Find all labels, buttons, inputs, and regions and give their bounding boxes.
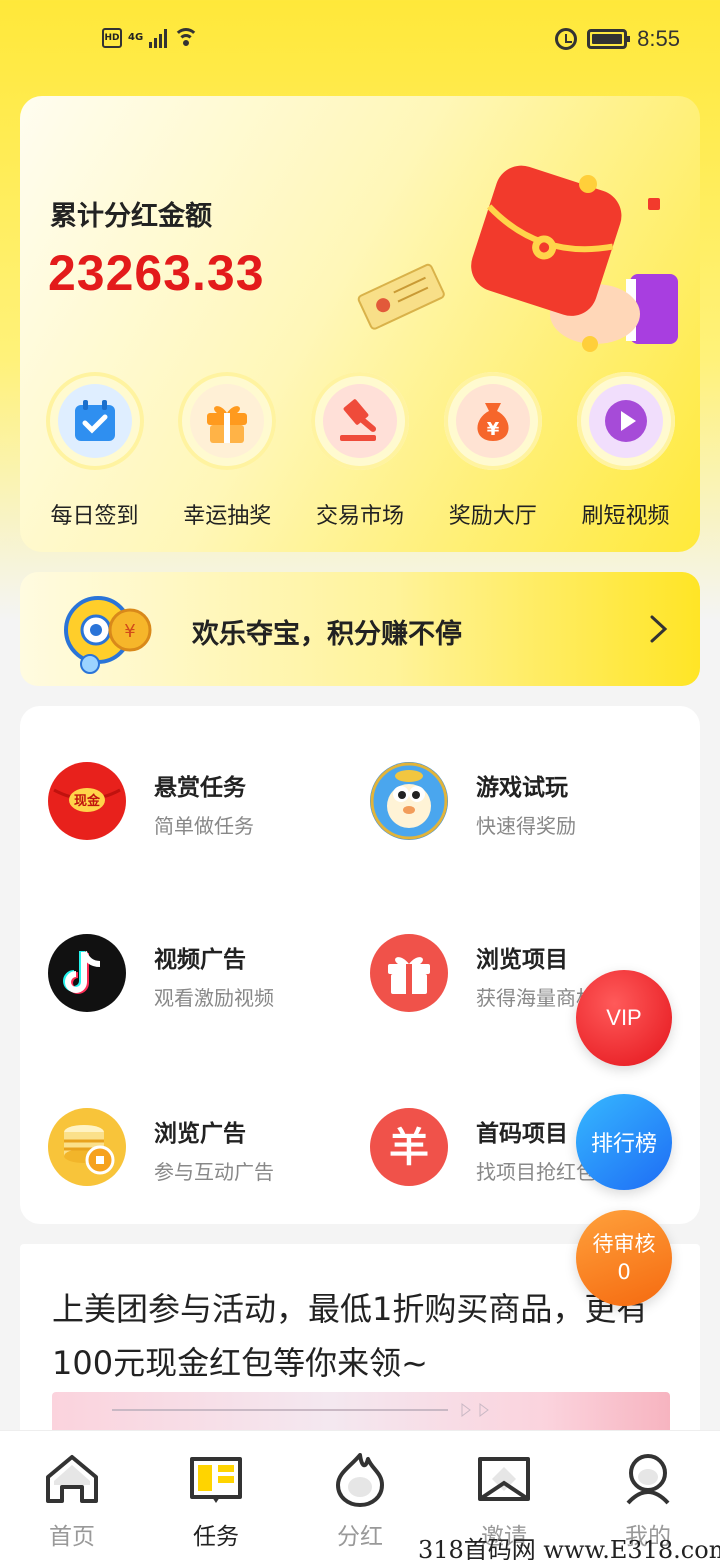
task-book-icon	[190, 1457, 242, 1503]
quick-action-trade-market[interactable]: 交易市场	[298, 372, 423, 530]
tab-home[interactable]: 首页	[0, 1431, 144, 1560]
quick-action-ring	[311, 372, 409, 470]
treasure-hunt-banner[interactable]: ¥ 欢乐夺宝，积分赚不停	[20, 572, 700, 686]
task-subtitle: 简单做任务	[154, 814, 254, 838]
status-right: 8:55	[555, 26, 680, 52]
pending-review-button[interactable]: 待审核 0	[576, 1210, 672, 1306]
quick-action-daily-checkin[interactable]: 每日签到	[32, 372, 157, 530]
task-title: 浏览项目	[476, 947, 568, 973]
quick-action-label: 奖励大厅	[448, 504, 537, 529]
quick-action-label: 幸运抽奖	[183, 504, 272, 529]
banner-text: 欢乐夺宝，积分赚不停	[192, 619, 462, 650]
tab-label: 分红	[337, 1524, 383, 1550]
svg-text:羊: 羊	[389, 1125, 429, 1171]
tiktok-icon	[48, 934, 126, 1012]
quick-action-ring: ¥	[443, 372, 542, 470]
task-title: 首码项目	[476, 1121, 568, 1147]
task-video-ad[interactable]: 视频广告 观看激励视频	[48, 924, 348, 1024]
tab-dividend[interactable]: 分红	[288, 1431, 432, 1560]
network-type: 4G	[128, 32, 144, 43]
treasure-mascot-icon: ¥	[64, 596, 152, 674]
battery-icon	[587, 29, 631, 49]
red-envelope-icon: 现金	[48, 762, 126, 840]
gavel-icon	[323, 384, 397, 458]
play-icon	[588, 384, 663, 458]
pufferfish-game-icon	[370, 762, 448, 840]
quick-action-lucky-draw[interactable]: 幸运抽奖	[165, 372, 290, 530]
quick-action-label: 刷短视频	[581, 504, 670, 529]
hd-icon: HD	[102, 28, 122, 48]
profile-icon	[626, 1454, 670, 1505]
gift-icon	[370, 934, 448, 1012]
vip-button[interactable]: VIP	[576, 970, 672, 1066]
tab-tasks[interactable]: 任务	[144, 1431, 288, 1560]
task-title: 浏览广告	[154, 1121, 246, 1147]
tab-label: 任务	[193, 1524, 239, 1550]
calendar-check-icon	[57, 384, 132, 458]
task-title: 悬赏任务	[154, 775, 246, 801]
svg-text:¥: ¥	[486, 419, 499, 440]
task-browse-ad[interactable]: 浏览广告 参与互动广告	[48, 1098, 348, 1198]
status-left: HD 4G	[102, 28, 200, 48]
coin-stack-icon	[48, 1108, 126, 1186]
leaderboard-button[interactable]: 排行榜	[576, 1094, 672, 1190]
pending-review-count: 0	[617, 1260, 631, 1284]
red-packet-hand-illustration	[357, 165, 678, 352]
quick-action-reward-hall[interactable]: ¥ 奖励大厅	[430, 372, 555, 530]
task-title: 游戏试玩	[476, 775, 568, 801]
task-game-trial[interactable]: 游戏试玩 快速得奖励	[370, 752, 670, 852]
quick-actions: 每日签到 幸运抽奖 交易市场 ¥ 奖励大厅 刷短视频	[20, 372, 700, 530]
tab-label: 首页	[49, 1524, 95, 1550]
task-subtitle: 快速得奖励	[476, 814, 576, 838]
svg-text:现金: 现金	[74, 793, 101, 809]
clock: 8:55	[637, 26, 680, 51]
signal-icon	[149, 28, 168, 48]
task-bounty[interactable]: 现金 悬赏任务 简单做任务	[48, 752, 348, 852]
status-bar: HD 4G 8:55	[0, 0, 720, 84]
dividend-title: 累计分红金额	[50, 201, 212, 232]
quick-action-label: 每日签到	[50, 504, 139, 529]
flame-icon	[336, 1453, 384, 1507]
quick-action-short-video[interactable]: 刷短视频	[563, 372, 688, 530]
task-subtitle: 观看激励视频	[154, 986, 274, 1010]
wifi-icon	[173, 28, 200, 48]
task-subtitle: 参与互动广告	[154, 1160, 274, 1184]
quick-action-ring	[178, 372, 277, 470]
invite-envelope-icon	[478, 1457, 530, 1501]
dividend-amount: 23263.33	[48, 245, 265, 301]
quick-action-label: 交易市场	[315, 504, 404, 529]
svg-text:¥: ¥	[124, 621, 135, 642]
home-icon	[46, 1455, 98, 1503]
quick-action-ring	[45, 372, 144, 470]
money-bag-icon: ¥	[455, 384, 530, 458]
alarm-icon	[555, 28, 578, 50]
article-text: 上美团参与活动，最低1折购买商品，更有100元现金红包等你来领~	[52, 1290, 649, 1382]
yuan-icon: 羊	[370, 1108, 448, 1186]
site-watermark: 318首码网 www.E318.com	[418, 1536, 720, 1560]
task-subtitle: 找项目抢红包	[476, 1160, 596, 1184]
quick-action-ring	[576, 372, 675, 470]
pending-review-label: 待审核	[592, 1232, 656, 1256]
dividend-hero-card: 累计分红金额 23263.33 每日签到 幸运抽奖 交易市场 ¥ 奖励大厅 刷短…	[20, 96, 700, 552]
gift-box-icon	[190, 384, 265, 458]
task-title: 视频广告	[154, 947, 246, 973]
chevron-right-icon	[650, 615, 668, 643]
